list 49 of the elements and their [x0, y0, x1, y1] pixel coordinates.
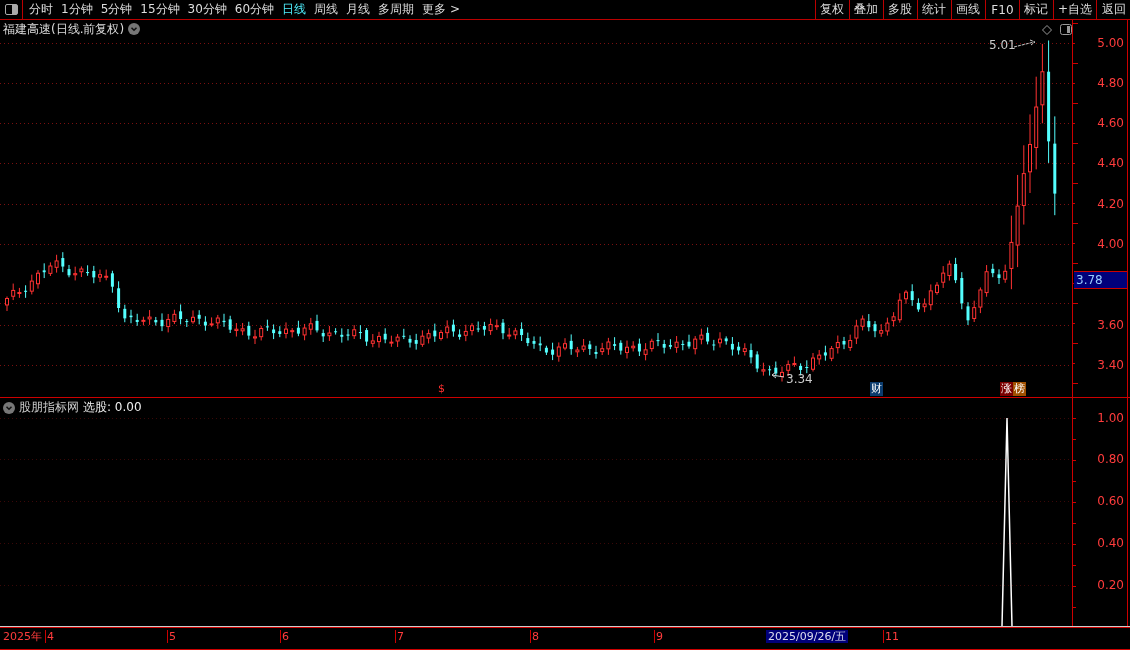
diamond-icon[interactable] — [1042, 25, 1052, 35]
axis-label: 4.80 — [1097, 75, 1124, 91]
low-price-label: 3.34 — [786, 372, 813, 386]
period-tab[interactable]: 60分钟 — [230, 0, 279, 19]
period-tab[interactable]: 月线 — [342, 0, 375, 19]
axis-label: 5.00 — [1097, 35, 1124, 51]
axis-label: 3.40 — [1097, 357, 1124, 373]
axis-label: 4.00 — [1097, 236, 1124, 252]
date-label: 9 — [654, 630, 663, 643]
period-tab[interactable]: 15分钟 — [136, 0, 184, 19]
arrow-icon — [1013, 39, 1036, 48]
period-tab[interactable]: 多周期 — [374, 0, 419, 19]
period-tab[interactable]: 5分钟 — [96, 0, 137, 19]
axis-label: 4.20 — [1097, 196, 1124, 212]
axis-label: 1.00 — [1097, 410, 1124, 426]
axis-label: 0.80 — [1097, 451, 1124, 467]
date-label: 6 — [280, 630, 289, 643]
date-label: 8 — [530, 630, 539, 643]
date-label: 5 — [167, 630, 176, 643]
date-label: 7 — [395, 630, 404, 643]
current-price-label: 3.78 — [1074, 271, 1127, 289]
period-tab[interactable]: 分时 — [25, 0, 57, 19]
ranking-marker[interactable]: 榜 — [1013, 382, 1026, 396]
period-tab[interactable]: 30分钟 — [183, 0, 231, 19]
panel-icon[interactable] — [1060, 24, 1072, 35]
chevron-down-icon[interactable] — [128, 23, 140, 35]
dividend-marker[interactable]: $ — [437, 382, 446, 396]
axis-label: 0.20 — [1097, 577, 1124, 593]
axis-label: 0.40 — [1097, 535, 1124, 551]
period-tab[interactable]: 更多 > — [418, 0, 464, 19]
limit-up-marker[interactable]: 涨 — [1000, 382, 1013, 396]
chart-title: 福建高速(日线.前复权) — [3, 21, 125, 38]
date-label: 2025年 — [2, 630, 42, 643]
chevron-down-icon[interactable] — [3, 401, 15, 414]
finance-marker[interactable]: 财 — [870, 382, 883, 396]
period-tab[interactable]: 周线 — [310, 0, 343, 19]
arrow-icon — [771, 371, 785, 379]
high-price-label: 5.01 — [989, 38, 1016, 52]
axis-label: 3.60 — [1097, 317, 1124, 333]
cursor-date-label: 2025/09/26/五 — [766, 630, 849, 643]
indicator-value: 选股: 0.00 — [83, 399, 142, 416]
axis-label: 4.60 — [1097, 115, 1124, 131]
axis-label: 0.60 — [1097, 493, 1124, 509]
period-tab[interactable]: 日线 — [278, 0, 311, 19]
axis-label: 4.40 — [1097, 155, 1124, 171]
indicator-name: 股朋指标网 — [19, 399, 79, 416]
period-tab[interactable]: 1分钟 — [57, 0, 97, 19]
date-label: 11 — [883, 630, 899, 643]
date-label: 4 — [45, 630, 54, 643]
